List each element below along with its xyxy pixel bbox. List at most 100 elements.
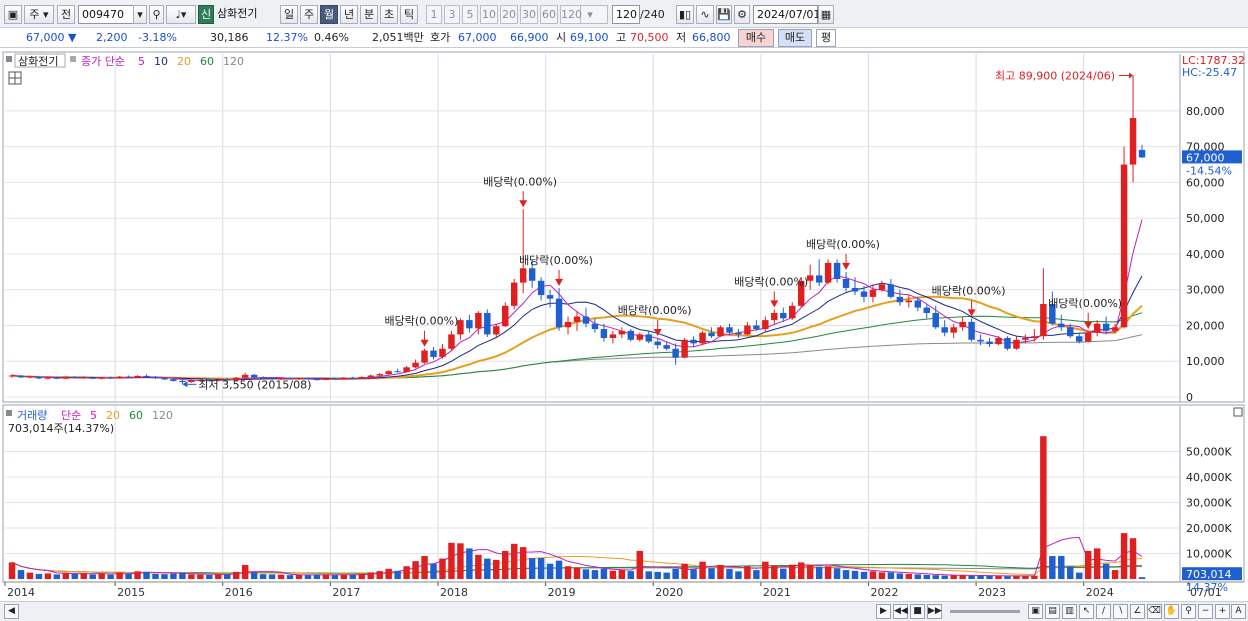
volume-bar <box>797 562 805 579</box>
stop-icon[interactable]: ■ <box>910 604 925 619</box>
candle-body <box>367 375 374 377</box>
volume-bar <box>627 571 635 579</box>
candle-body <box>35 376 43 379</box>
ma120-line <box>11 334 1143 379</box>
candle-body <box>510 282 518 306</box>
period-tab-3[interactable]: 년 <box>340 5 358 24</box>
volume-bar <box>170 573 177 579</box>
interval-tab-0[interactable]: 1 <box>426 5 442 24</box>
volume-bar <box>71 573 79 579</box>
font-size-icon[interactable]: A <box>1231 604 1246 619</box>
price-legend-ma-60: 60 <box>200 55 214 68</box>
candle-body <box>896 296 904 303</box>
period-tab-2[interactable]: 월 <box>320 5 338 24</box>
period-tab-5[interactable]: 초 <box>380 5 398 24</box>
window-menu-icon[interactable]: ▣ <box>4 5 22 24</box>
interval-tab-7[interactable]: 120 <box>560 5 582 24</box>
volume-bar <box>412 561 419 579</box>
layout-3-icon[interactable]: ▥ <box>1062 604 1077 619</box>
zoom-in-icon[interactable]: + <box>1215 604 1230 619</box>
period-tab-6[interactable]: 틱 <box>400 5 418 24</box>
price-chart-area[interactable]: 2014 2015 2016 2017 2018 2019 2020 2021 2022 2023… <box>0 50 1248 604</box>
volume-bar <box>663 572 670 579</box>
scroll-left-icon[interactable]: ◀ <box>4 604 19 619</box>
market-select[interactable]: 주 ▾ <box>24 5 54 24</box>
period-tab-0[interactable]: 일 <box>280 5 298 24</box>
period-tab-4[interactable]: 분 <box>360 5 378 24</box>
volume-bar <box>555 560 563 579</box>
volume-bar <box>62 572 70 579</box>
erase-icon[interactable]: ⌫ <box>1147 604 1162 619</box>
candle-body <box>573 316 581 322</box>
interval-tab-3[interactable]: 10 <box>480 5 498 24</box>
volume-bar <box>528 558 536 579</box>
layout-2-icon[interactable]: ▤ <box>1045 604 1060 619</box>
volume-bar <box>385 568 392 579</box>
draw-line-icon[interactable]: ∖ <box>1113 604 1128 619</box>
interval-tab-5[interactable]: 30 <box>520 5 538 24</box>
legend-square-icon <box>6 56 12 62</box>
speaker-icon[interactable]: ♩▾ <box>166 5 196 24</box>
candle-body <box>62 376 70 379</box>
forward-icon[interactable]: ▶▶ <box>927 604 942 619</box>
search-icon[interactable]: ⚲ <box>149 5 164 24</box>
calendar-icon[interactable]: ▦ <box>818 5 834 24</box>
candle-body <box>322 378 330 380</box>
layout-1-icon[interactable]: ▣ <box>1028 604 1043 619</box>
avg-price-button[interactable]: 평 <box>816 29 836 47</box>
zoom-out-icon[interactable]: − <box>1198 604 1213 619</box>
volume-bar <box>591 570 599 579</box>
date-input[interactable]: 2024/07/01 <box>753 5 820 24</box>
interval-tab-6[interactable]: 60 <box>540 5 558 24</box>
save-icon[interactable]: 💾 <box>716 5 732 24</box>
stock-code-dropdown-icon[interactable]: ▾ <box>133 5 147 24</box>
indicator-icon[interactable]: ∿ <box>696 5 714 24</box>
max-pointer-arrow <box>1129 72 1134 79</box>
zoom-slider[interactable] <box>950 610 1020 613</box>
ask-price-1: 67,000 <box>458 31 497 44</box>
x-tick-label: 2019 <box>548 586 576 599</box>
candle-body <box>143 375 150 377</box>
volume-bar <box>322 574 330 579</box>
pan-icon[interactable]: ✋ <box>1164 604 1179 619</box>
volume-bar <box>44 573 52 579</box>
volume-bar <box>8 562 16 579</box>
volume-bar <box>1058 556 1065 579</box>
candle-type-icon[interactable]: ▮▯ <box>676 5 694 24</box>
volume-bar <box>995 575 1002 579</box>
volume-bar <box>1120 533 1128 579</box>
period-tab-1[interactable]: 주 <box>300 5 318 24</box>
gear-icon[interactable]: ⚙ <box>734 5 750 24</box>
sell-button[interactable]: 매도 <box>778 29 812 47</box>
interval-tab-2[interactable]: 5 <box>462 5 478 24</box>
price-tick-label: 0 <box>1186 391 1193 404</box>
volume-bar <box>152 573 159 579</box>
x-tick-label: 2023 <box>978 586 1006 599</box>
dividend-label: 배당락(0.00%) <box>932 284 1006 297</box>
stock-code-input[interactable]: 009470 <box>78 5 136 24</box>
interval-tab-4[interactable]: 20 <box>500 5 518 24</box>
trend-line-icon[interactable]: ∕ <box>1096 604 1111 619</box>
chart-scroll-bar[interactable]: ◀ ▶ ◀◀ ■ ▶▶ ▣ ▤ ▥ ↖ ∕ ∖ ∠ ⌫ ✋ ⚲ − + A <box>0 601 1248 621</box>
interval-tab-1[interactable]: 3 <box>444 5 460 24</box>
chart-svg[interactable]: 2014 2015 2016 2017 2018 2019 2020 2021 2022 2023… <box>0 50 1248 604</box>
price-change-pct: -3.18% <box>138 31 177 44</box>
zoom-search-icon[interactable]: ⚲ <box>1181 604 1196 619</box>
volume-panel-close-icon <box>1233 407 1243 417</box>
rewind-icon[interactable]: ◀◀ <box>893 604 908 619</box>
count-input[interactable]: 120 <box>612 5 640 24</box>
draw-angle-icon[interactable]: ∠ <box>1130 604 1145 619</box>
volume-legend-ma-5: 5 <box>90 409 97 422</box>
buy-button[interactable]: 매수 <box>738 29 774 47</box>
volume-bar <box>753 570 760 579</box>
volume-bar <box>744 566 751 579</box>
candle-body <box>26 376 34 378</box>
play-icon[interactable]: ▶ <box>876 604 891 619</box>
prev-button[interactable]: 전 <box>57 5 75 24</box>
candle-body <box>421 350 428 363</box>
candle-body <box>923 307 930 313</box>
candle-body <box>618 330 626 335</box>
volume-bar <box>860 571 868 579</box>
volume-info: 703,014주(14.37%) <box>8 422 114 435</box>
cursor-icon[interactable]: ↖ <box>1079 604 1094 619</box>
